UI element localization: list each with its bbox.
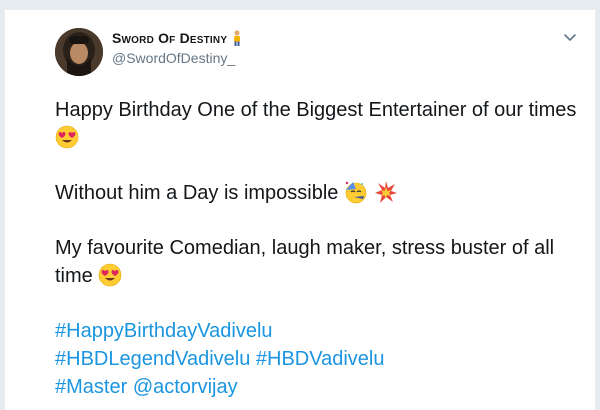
mention-link[interactable]: @actorvijay [133,376,238,398]
partying-face-emoji-icon [345,181,367,204]
hashtag-link[interactable]: #HBDLegendVadivelu [55,348,250,370]
hashtag-link[interactable]: #HappyBirthdayVadivelu [55,320,273,342]
tweet-body: Happy Birthday One of the Biggest Entert… [55,96,585,401]
tweet-paragraph-1: Happy Birthday One of the Biggest Entert… [55,96,585,152]
hashtag-line-1: #HappyBirthdayVadivelu [55,317,585,345]
man-standing-emoji-icon [234,30,241,46]
tweet-paragraph-3: My favourite Comedian, laugh maker, stre… [55,234,585,290]
tweet-text-line1: Happy Birthday One of the Biggest Entert… [55,99,577,121]
avatar[interactable] [55,28,103,76]
collision-emoji-icon [374,181,397,203]
handle[interactable]: @SwordOfDestiny_ [112,50,235,66]
tweet-text-line2: Without him a Day is impossible [55,182,339,204]
hashtag-line-2: #HBDLegendVadivelu #HBDVadivelu [55,345,585,373]
avatar-image [55,28,103,76]
hashtag-line-3: #Master @actorvijay [55,373,585,401]
chevron-down-icon[interactable] [561,28,579,46]
author-name-row[interactable]: Sword Of Destiny [112,30,243,46]
display-name[interactable]: Sword Of Destiny [112,30,227,46]
tweet-paragraph-2: Without him a Day is impossible [55,179,585,207]
heart-eyes-emoji-icon [55,125,79,149]
heart-eyes-emoji-icon [99,263,122,287]
tweet-text-line3: My favourite Comedian, laugh maker, stre… [55,237,555,287]
hashtag-link[interactable]: #HBDVadivelu [256,348,385,370]
hashtag-link[interactable]: #Master [55,376,127,398]
tweet-card[interactable]: Sword Of Destiny @SwordOfDestiny_ Happy … [4,10,596,410]
